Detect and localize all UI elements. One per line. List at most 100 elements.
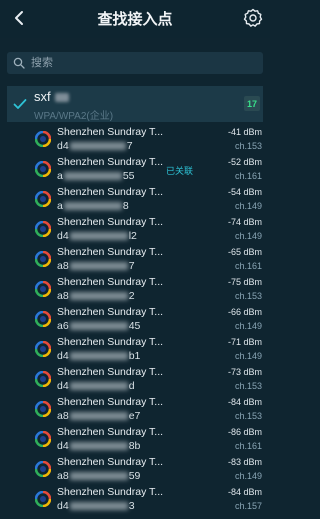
channel-label: ch.149 <box>234 231 262 241</box>
search-icon <box>13 57 25 69</box>
access-point-icon <box>34 460 52 478</box>
access-point-name: Shenzhen Sundray T... <box>57 486 164 498</box>
access-point-row[interactable]: Shenzhen Sundray T... a8 -54 dBm ch.149 <box>0 184 270 214</box>
signal-strength: -83 dBm <box>227 457 262 467</box>
access-point-row[interactable]: Shenzhen Sundray T... a8 e7 -84 dBm ch.15… <box>0 394 270 424</box>
check-icon <box>13 97 27 109</box>
access-point-name: Shenzhen Sundray T... <box>57 426 164 438</box>
signal-strength: -74 dBm <box>227 217 262 227</box>
ap-count-badge: 17 <box>244 96 260 111</box>
channel-label: ch.161 <box>234 171 262 181</box>
redacted-text <box>63 172 122 181</box>
access-point-row[interactable]: Shenzhen Sundray T... d4 7 -41 dBm ch.153 <box>0 124 270 154</box>
access-point-row[interactable]: Shenzhen Sundray T... a 55 已关联 -52 dBm ch… <box>0 154 270 184</box>
redacted-text <box>69 382 128 391</box>
access-point-list: Shenzhen Sundray T... d4 7 -41 dBm ch.153… <box>0 124 270 514</box>
access-point-mac: d4 3 <box>57 500 135 512</box>
access-point-mac: d4 7 <box>57 140 133 152</box>
channel-label: ch.153 <box>234 291 262 301</box>
redacted-text <box>69 412 128 421</box>
access-point-mac: a 55 <box>57 170 135 182</box>
settings-gear-icon[interactable] <box>242 7 264 29</box>
access-point-name: Shenzhen Sundray T... <box>57 306 164 318</box>
access-point-mac: a8 7 <box>57 260 135 272</box>
access-point-name: Shenzhen Sundray T... <box>57 276 164 288</box>
access-point-name: Shenzhen Sundray T... <box>57 366 164 378</box>
network-ssid: sxf <box>34 89 69 104</box>
access-point-name: Shenzhen Sundray T... <box>57 186 164 198</box>
top-bar: 查找接入点 <box>0 0 270 38</box>
access-point-row[interactable]: Shenzhen Sundray T... a8 59 -83 dBm ch.14… <box>0 454 270 484</box>
access-point-name: Shenzhen Sundray T... <box>57 126 164 138</box>
access-point-mac: a8 <box>57 200 129 212</box>
signal-strength: -73 dBm <box>227 367 262 377</box>
redacted-text <box>54 93 69 103</box>
page-title: 查找接入点 <box>97 11 173 28</box>
signal-strength: -41 dBm <box>227 127 262 137</box>
search-bar[interactable] <box>7 52 263 74</box>
access-point-row[interactable]: Shenzhen Sundray T... d4 d -73 dBm ch.153 <box>0 364 270 394</box>
network-security: WPA/WPA2(企业) <box>34 111 114 122</box>
access-point-mac: a6 45 <box>57 320 141 332</box>
channel-label: ch.149 <box>234 321 262 331</box>
access-point-mac: d4 l2 <box>57 230 137 242</box>
redacted-text <box>63 202 122 211</box>
access-point-icon <box>34 280 52 298</box>
channel-label: ch.153 <box>234 381 262 391</box>
access-point-name: Shenzhen Sundray T... <box>57 336 164 348</box>
signal-strength: -65 dBm <box>227 247 262 257</box>
signal-strength: -84 dBm <box>227 397 262 407</box>
redacted-text <box>69 352 128 361</box>
redacted-text <box>69 292 128 301</box>
signal-strength: -52 dBm <box>227 157 262 167</box>
access-point-name: Shenzhen Sundray T... <box>57 246 164 258</box>
access-point-name: Shenzhen Sundray T... <box>57 456 164 468</box>
channel-label: ch.161 <box>234 441 262 451</box>
access-point-row[interactable]: Shenzhen Sundray T... d4 8b -86 dBm ch.16… <box>0 424 270 454</box>
channel-label: ch.149 <box>234 201 262 211</box>
access-point-icon <box>34 370 52 388</box>
access-point-icon <box>34 400 52 418</box>
channel-label: ch.153 <box>234 141 262 151</box>
signal-strength: -54 dBm <box>227 187 262 197</box>
channel-label: ch.153 <box>234 411 262 421</box>
redacted-text <box>69 502 128 511</box>
redacted-text <box>69 232 128 241</box>
redacted-text <box>69 472 128 481</box>
redacted-text <box>69 262 128 271</box>
signal-strength: -75 dBm <box>227 277 262 287</box>
access-point-row[interactable]: Shenzhen Sundray T... a8 7 -65 dBm ch.161 <box>0 244 270 274</box>
access-point-name: Shenzhen Sundray T... <box>57 156 164 168</box>
access-point-icon <box>34 130 52 148</box>
access-point-icon <box>34 490 52 508</box>
access-point-mac: d4 8b <box>57 440 141 452</box>
current-network[interactable]: sxf WPA/WPA2(企业) 17 <box>7 86 263 122</box>
access-point-name: Shenzhen Sundray T... <box>57 216 164 228</box>
redacted-text <box>69 442 128 451</box>
access-point-mac: d4 d <box>57 380 135 392</box>
access-point-row[interactable]: Shenzhen Sundray T... a6 45 -66 dBm ch.14… <box>0 304 270 334</box>
search-input[interactable] <box>29 56 253 70</box>
access-point-icon <box>34 160 52 178</box>
access-point-row[interactable]: Shenzhen Sundray T... d4 3 -84 dBm ch.157 <box>0 484 270 514</box>
channel-label: ch.157 <box>234 501 262 511</box>
access-point-row[interactable]: Shenzhen Sundray T... d4 b1 -71 dBm ch.14… <box>0 334 270 364</box>
channel-label: ch.161 <box>234 261 262 271</box>
channel-label: ch.149 <box>234 351 262 361</box>
access-point-icon <box>34 430 52 448</box>
redacted-text <box>69 322 128 331</box>
access-point-mac: a8 e7 <box>57 410 141 422</box>
channel-label: ch.149 <box>234 471 262 481</box>
access-point-row[interactable]: Shenzhen Sundray T... a8 2 -75 dBm ch.153 <box>0 274 270 304</box>
access-point-icon <box>34 220 52 238</box>
signal-strength: -84 dBm <box>227 487 262 497</box>
signal-strength: -86 dBm <box>227 427 262 437</box>
associated-label: 已关联 <box>166 166 194 176</box>
access-point-icon <box>34 340 52 358</box>
access-point-name: Shenzhen Sundray T... <box>57 396 164 408</box>
access-point-row[interactable]: Shenzhen Sundray T... d4 l2 -74 dBm ch.14… <box>0 214 270 244</box>
access-point-icon <box>34 250 52 268</box>
access-point-icon <box>34 310 52 328</box>
access-point-mac: d4 b1 <box>57 350 141 362</box>
access-point-icon <box>34 190 52 208</box>
